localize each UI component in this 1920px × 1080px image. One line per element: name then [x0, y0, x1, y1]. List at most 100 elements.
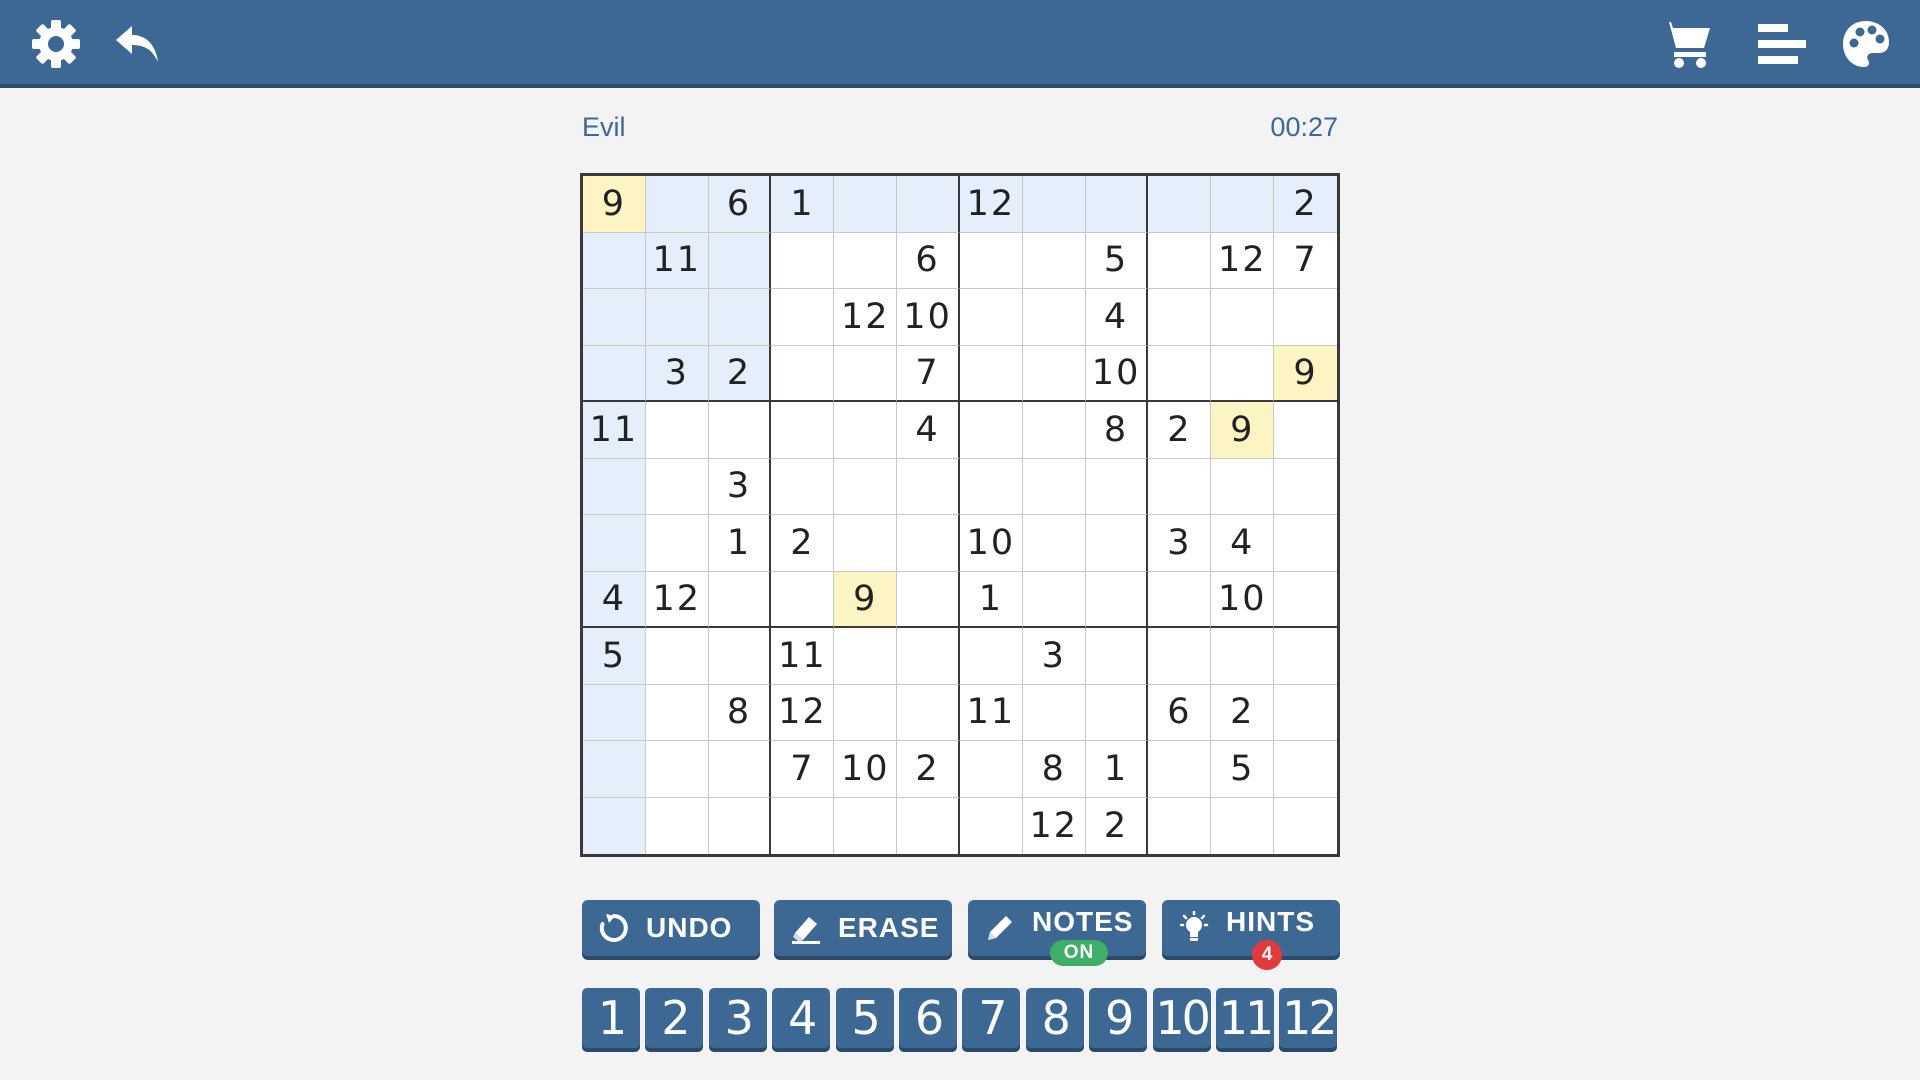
sudoku-cell-r2-c10[interactable]: [1148, 232, 1212, 289]
sudoku-cell-r8-c2[interactable]: 12: [645, 571, 709, 628]
sudoku-cell-r11-c7[interactable]: [959, 741, 1023, 798]
sudoku-cell-r6-c5[interactable]: [834, 458, 898, 515]
sudoku-cell-r5-c5[interactable]: [834, 402, 898, 459]
back-arrow-icon[interactable]: [108, 14, 168, 74]
sudoku-cell-r9-c12[interactable]: [1274, 628, 1337, 685]
sudoku-cell-r6-c6[interactable]: [897, 458, 960, 515]
sudoku-cell-r9-c8[interactable]: 3: [1022, 628, 1086, 685]
sudoku-cell-r1-c9[interactable]: [1085, 176, 1149, 233]
sudoku-cell-r8-c3[interactable]: [708, 571, 772, 628]
sudoku-cell-r7-c7[interactable]: 10: [959, 515, 1023, 572]
sudoku-cell-r8-c5[interactable]: 9: [834, 571, 898, 628]
sudoku-cell-r4-c3[interactable]: 2: [708, 345, 772, 402]
sudoku-cell-r8-c11[interactable]: 10: [1211, 571, 1275, 628]
sudoku-cell-r2-c8[interactable]: [1022, 232, 1086, 289]
sudoku-cell-r8-c7[interactable]: 1: [959, 571, 1023, 628]
sudoku-cell-r3-c3[interactable]: [708, 289, 772, 346]
sudoku-cell-r4-c7[interactable]: [959, 345, 1023, 402]
sudoku-cell-r11-c11[interactable]: 5: [1211, 741, 1275, 798]
number-button-10[interactable]: 10: [1152, 988, 1211, 1048]
sudoku-cell-r1-c3[interactable]: 6: [708, 176, 772, 233]
sudoku-cell-r7-c9[interactable]: [1085, 515, 1149, 572]
sudoku-cell-r12-c2[interactable]: [646, 797, 709, 854]
palette-icon[interactable]: [1836, 14, 1896, 74]
sudoku-cell-r3-c10[interactable]: [1148, 289, 1212, 346]
number-button-1[interactable]: 1: [582, 988, 640, 1048]
gear-icon[interactable]: [26, 14, 86, 74]
sudoku-cell-r4-c11[interactable]: [1211, 345, 1275, 402]
sudoku-cell-r7-c12[interactable]: [1274, 515, 1337, 572]
sudoku-cell-r9-c2[interactable]: [645, 628, 709, 685]
sudoku-cell-r9-c3[interactable]: [708, 628, 772, 685]
sudoku-cell-r5-c2[interactable]: [645, 402, 709, 459]
sudoku-cell-r2-c7[interactable]: [959, 232, 1023, 289]
sudoku-cell-r4-c9[interactable]: 10: [1085, 345, 1149, 402]
sudoku-cell-r2-c9[interactable]: 5: [1085, 232, 1149, 289]
sudoku-cell-r11-c3[interactable]: [708, 741, 772, 798]
sudoku-cell-r2-c1[interactable]: [583, 232, 646, 289]
sudoku-cell-r7-c3[interactable]: 1: [708, 515, 772, 572]
sudoku-cell-r1-c10[interactable]: [1148, 176, 1212, 233]
sudoku-cell-r10-c11[interactable]: 2: [1211, 684, 1275, 741]
sudoku-cell-r3-c6[interactable]: 10: [897, 289, 960, 346]
sudoku-cell-r4-c1[interactable]: [583, 345, 646, 402]
sudoku-cell-r10-c5[interactable]: [834, 684, 898, 741]
sudoku-cell-r10-c9[interactable]: [1085, 684, 1149, 741]
sudoku-cell-r1-c12[interactable]: 2: [1274, 176, 1337, 233]
sudoku-cell-r12-c9[interactable]: 2: [1086, 797, 1149, 854]
sudoku-cell-r10-c7[interactable]: 11: [959, 684, 1023, 741]
sudoku-cell-r1-c1[interactable]: 9: [583, 176, 646, 233]
sudoku-cell-r6-c3[interactable]: 3: [708, 458, 772, 515]
sudoku-cell-r10-c2[interactable]: [645, 684, 709, 741]
sudoku-cell-r1-c11[interactable]: [1211, 176, 1275, 233]
sudoku-cell-r7-c11[interactable]: 4: [1211, 515, 1275, 572]
number-button-8[interactable]: 8: [1025, 988, 1084, 1048]
sudoku-cell-r5-c1[interactable]: 11: [583, 402, 646, 459]
sudoku-cell-r9-c6[interactable]: [897, 628, 960, 685]
menu-icon[interactable]: [1752, 14, 1812, 74]
number-button-9[interactable]: 9: [1089, 988, 1148, 1048]
sudoku-cell-r11-c1[interactable]: [583, 741, 646, 798]
sudoku-cell-r6-c7[interactable]: [959, 458, 1023, 515]
sudoku-cell-r12-c8[interactable]: 12: [1023, 797, 1086, 854]
sudoku-cell-r12-c6[interactable]: [897, 797, 960, 854]
sudoku-cell-r10-c6[interactable]: [897, 684, 960, 741]
sudoku-cell-r1-c2[interactable]: [645, 176, 709, 233]
sudoku-cell-r2-c2[interactable]: 11: [645, 232, 709, 289]
sudoku-cell-r8-c4[interactable]: [771, 571, 835, 628]
sudoku-cell-r2-c5[interactable]: [834, 232, 898, 289]
sudoku-cell-r11-c8[interactable]: 8: [1022, 741, 1086, 798]
number-button-6[interactable]: 6: [899, 988, 957, 1048]
sudoku-cell-r12-c11[interactable]: [1211, 797, 1275, 854]
sudoku-cell-r8-c1[interactable]: 4: [583, 571, 646, 628]
sudoku-cell-r3-c2[interactable]: [645, 289, 709, 346]
sudoku-cell-r5-c3[interactable]: [708, 402, 772, 459]
sudoku-cell-r2-c6[interactable]: 6: [897, 232, 960, 289]
sudoku-cell-r7-c5[interactable]: [834, 515, 898, 572]
sudoku-cell-r7-c2[interactable]: [645, 515, 709, 572]
sudoku-cell-r6-c1[interactable]: [583, 458, 646, 515]
sudoku-cell-r4-c4[interactable]: [771, 345, 835, 402]
sudoku-cell-r5-c6[interactable]: 4: [897, 402, 960, 459]
sudoku-cell-r7-c6[interactable]: [897, 515, 960, 572]
sudoku-cell-r10-c1[interactable]: [583, 684, 646, 741]
undo-button[interactable]: UNDO: [582, 900, 760, 956]
sudoku-cell-r2-c3[interactable]: [708, 232, 772, 289]
sudoku-cell-r1-c4[interactable]: 1: [771, 176, 835, 233]
sudoku-cell-r10-c4[interactable]: 12: [771, 684, 835, 741]
sudoku-cell-r6-c2[interactable]: [645, 458, 709, 515]
number-button-12[interactable]: 12: [1279, 988, 1338, 1048]
number-button-4[interactable]: 4: [772, 988, 831, 1048]
hints-button[interactable]: HINTS 4: [1162, 900, 1340, 970]
sudoku-cell-r4-c12[interactable]: 9: [1274, 345, 1337, 402]
sudoku-cell-r12-c12[interactable]: [1274, 798, 1337, 855]
sudoku-cell-r11-c9[interactable]: 1: [1085, 741, 1149, 798]
sudoku-cell-r5-c8[interactable]: [1022, 402, 1086, 459]
sudoku-cell-r3-c1[interactable]: [583, 289, 646, 346]
number-button-7[interactable]: 7: [962, 988, 1021, 1048]
notes-button[interactable]: NOTES ON: [968, 900, 1146, 966]
sudoku-cell-r11-c4[interactable]: 7: [771, 741, 835, 798]
sudoku-cell-r3-c11[interactable]: [1211, 289, 1275, 346]
sudoku-cell-r3-c5[interactable]: 12: [834, 289, 898, 346]
sudoku-cell-r5-c11[interactable]: 9: [1211, 402, 1275, 459]
